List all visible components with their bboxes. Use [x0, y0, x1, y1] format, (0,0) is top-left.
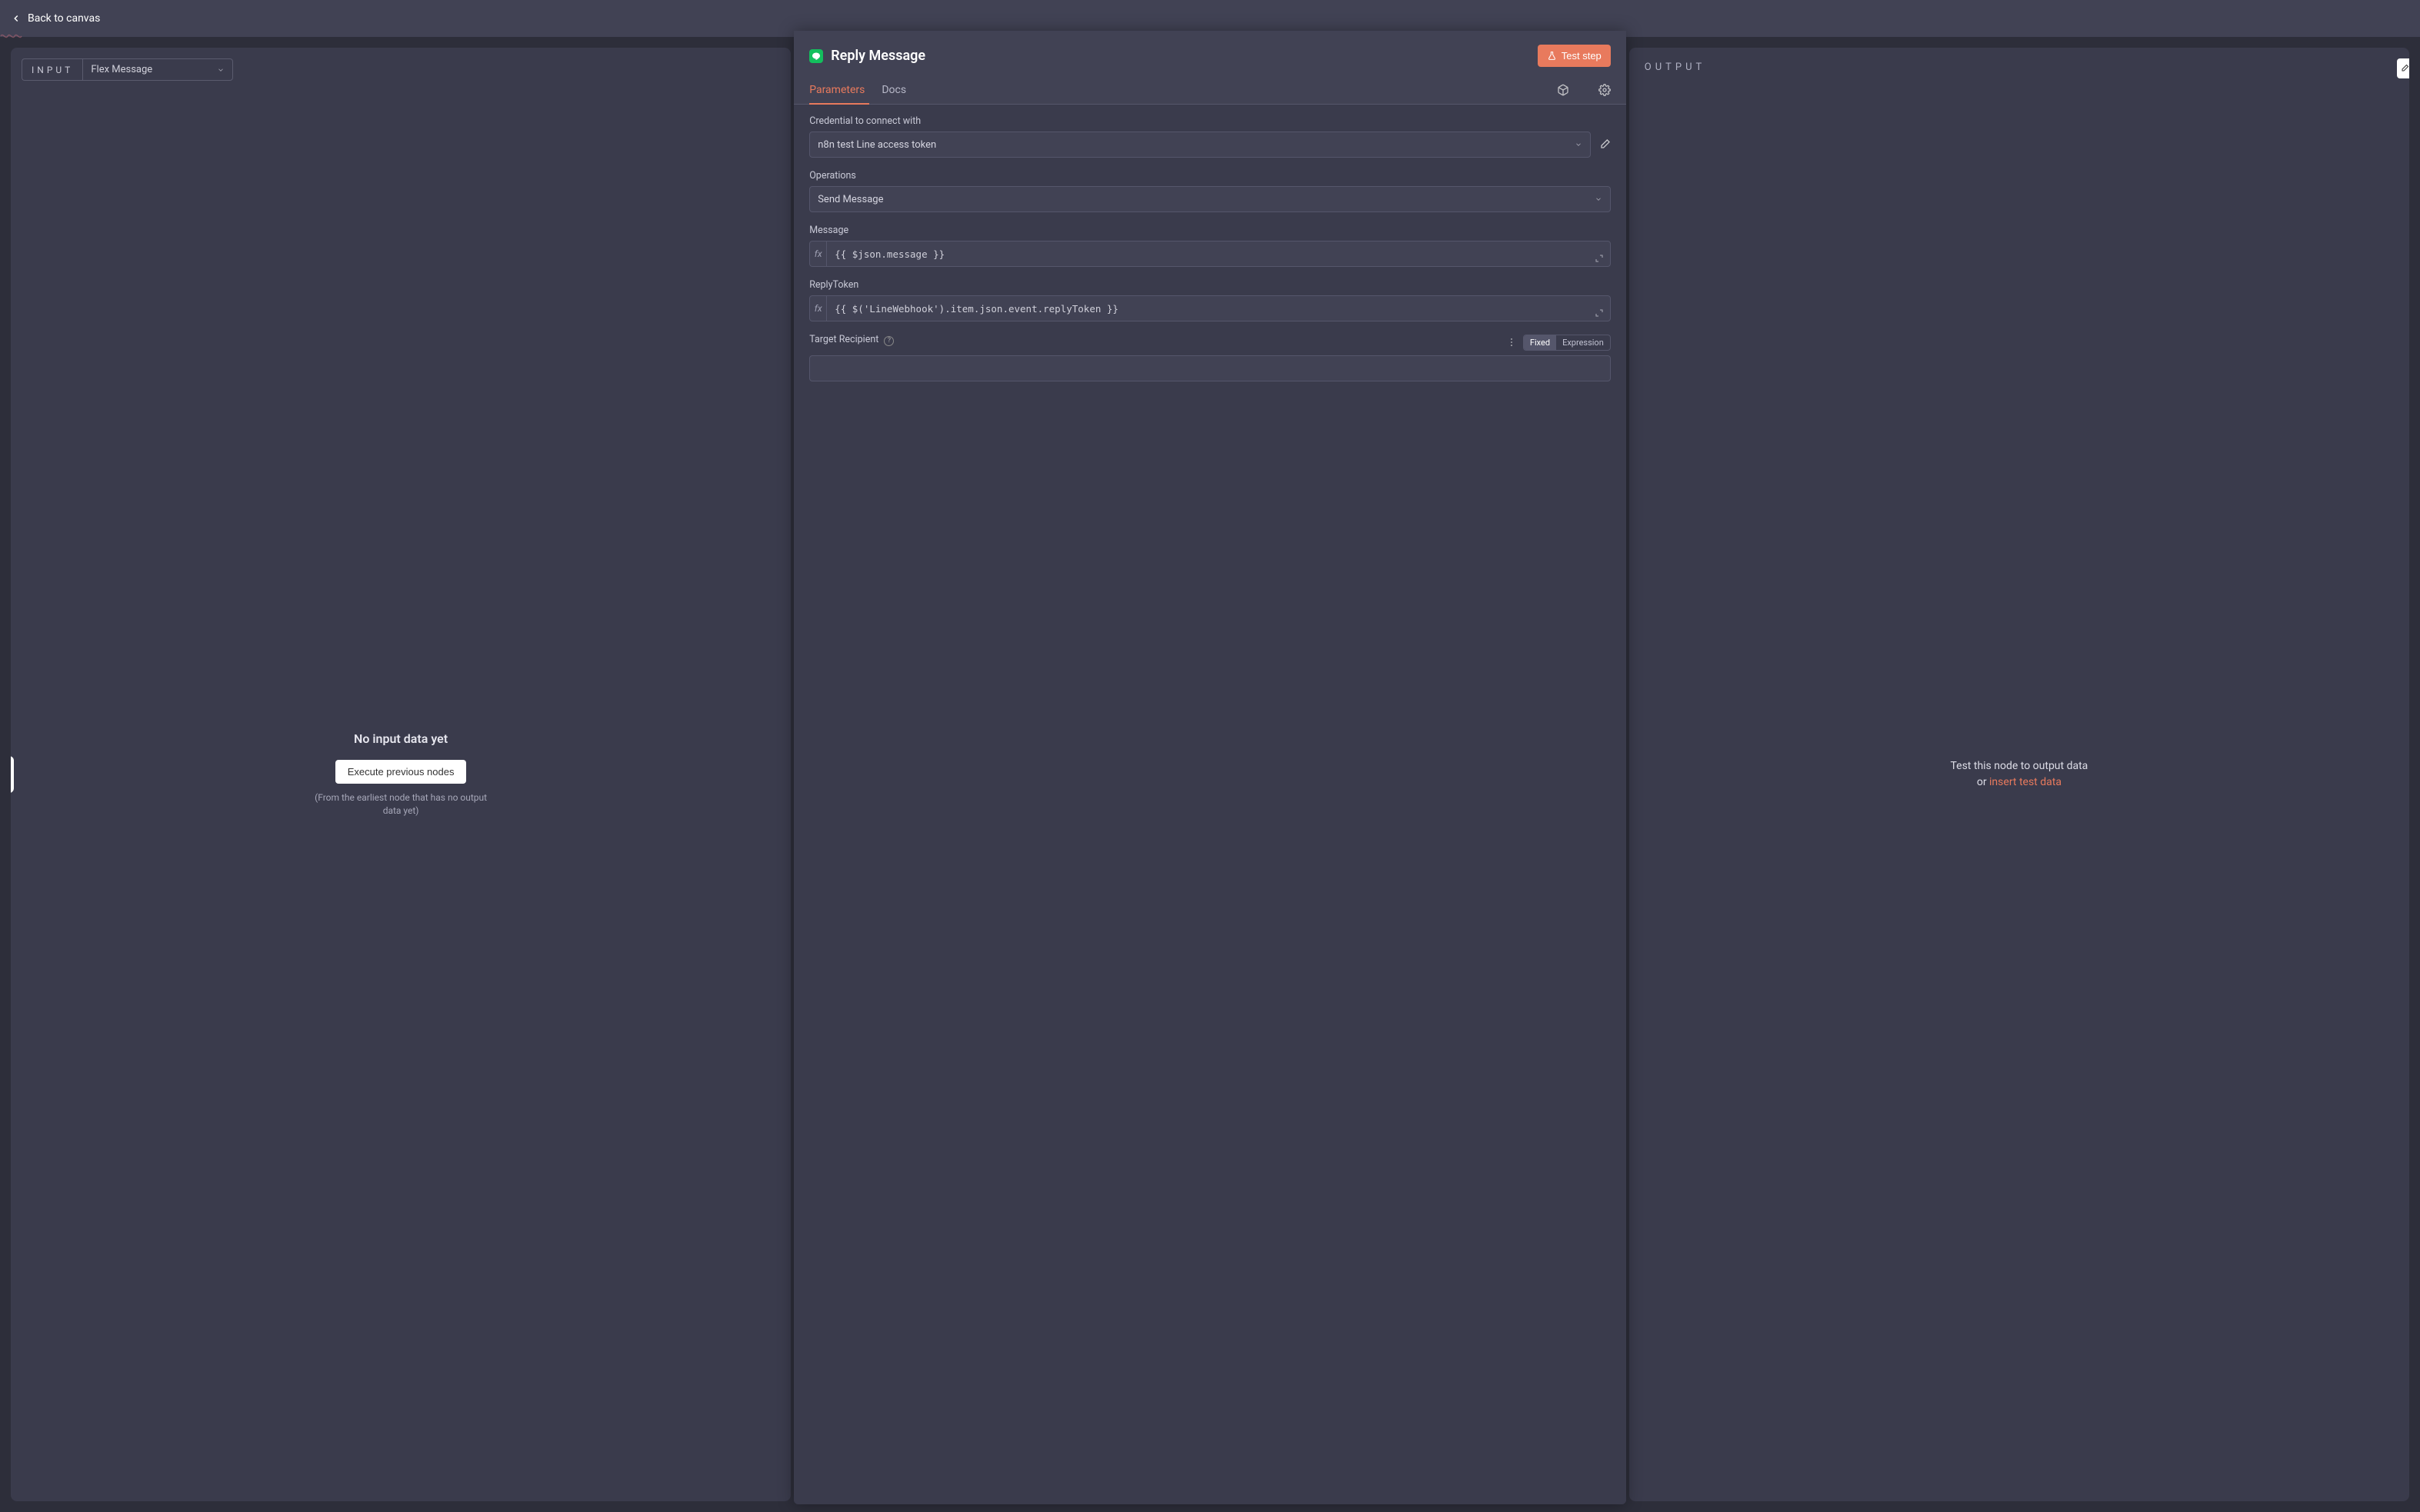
- toggle-expression[interactable]: Expression: [1556, 335, 1610, 350]
- operations-value: Send Message: [818, 194, 883, 205]
- credential-value: n8n test Line access token: [818, 139, 936, 151]
- output-pane: OUTPUT Test this node to output data or …: [1629, 48, 2409, 1501]
- package-icon[interactable]: [1557, 84, 1569, 96]
- execute-previous-nodes-button[interactable]: Execute previous nodes: [335, 760, 467, 784]
- insert-test-data-link[interactable]: insert test data: [1989, 776, 2062, 788]
- reply-token-expression-value: {{ $('LineWebhook').item.json.event.repl…: [827, 303, 1595, 315]
- output-or: or: [1977, 776, 1989, 788]
- pencil-icon[interactable]: [1598, 138, 1611, 151]
- node-title: Reply Message: [831, 48, 1530, 64]
- tab-parameters[interactable]: Parameters: [809, 76, 865, 104]
- back-label: Back to canvas: [28, 12, 100, 25]
- message-expression-value: {{ $json.message }}: [827, 248, 1595, 260]
- reply-token-label: ReplyToken: [809, 279, 1611, 291]
- message-expression-input[interactable]: fx {{ $json.message }}: [809, 241, 1611, 267]
- credential-label: Credential to connect with: [809, 115, 1611, 127]
- chevron-down-icon: [1575, 141, 1582, 148]
- toggle-fixed[interactable]: Fixed: [1524, 335, 1556, 350]
- flask-icon: [1547, 51, 1557, 61]
- field-target-recipient: Target Recipient ? Fixed Expression: [809, 334, 1611, 381]
- maximize-icon[interactable]: [1595, 254, 1604, 263]
- test-step-label: Test step: [1562, 50, 1602, 62]
- target-recipient-input[interactable]: [809, 355, 1611, 381]
- output-empty-line1: Test this node to output data: [1950, 758, 2088, 774]
- field-message: Message fx {{ $json.message }}: [809, 225, 1611, 267]
- line-logo-icon: [809, 49, 823, 63]
- operations-label: Operations: [809, 170, 1611, 182]
- tab-docs[interactable]: Docs: [882, 76, 906, 104]
- field-credential: Credential to connect with n8n test Line…: [809, 115, 1611, 158]
- fx-badge: fx: [810, 296, 827, 321]
- fx-badge: fx: [810, 241, 827, 266]
- operations-select[interactable]: Send Message: [809, 186, 1611, 212]
- input-empty-title: No input data yet: [354, 731, 448, 746]
- field-operations: Operations Send Message: [809, 170, 1611, 212]
- kebab-icon[interactable]: [1506, 337, 1517, 348]
- node-editor-panel: Reply Message Test step Parameters Docs …: [794, 31, 1626, 1504]
- message-label: Message: [809, 225, 1611, 236]
- chevron-down-icon: [1595, 195, 1602, 203]
- input-pane: INPUT Flex Message No input data yet Exe…: [11, 48, 791, 1501]
- reply-token-expression-input[interactable]: fx {{ $('LineWebhook').item.json.event.r…: [809, 295, 1611, 321]
- credential-select[interactable]: n8n test Line access token: [809, 132, 1591, 158]
- target-label: Target Recipient ?: [809, 334, 894, 346]
- gear-icon[interactable]: [1598, 84, 1611, 96]
- test-step-button[interactable]: Test step: [1538, 45, 1611, 67]
- help-icon[interactable]: ?: [884, 336, 894, 346]
- fixed-expression-toggle[interactable]: Fixed Expression: [1523, 335, 1611, 351]
- maximize-icon[interactable]: [1595, 308, 1604, 318]
- back-to-canvas-link[interactable]: Back to canvas: [11, 12, 100, 25]
- field-reply-token: ReplyToken fx {{ $('LineWebhook').item.j…: [809, 279, 1611, 321]
- input-empty-hint: (From the earliest node that has no outp…: [312, 791, 489, 818]
- arrow-left-icon: [11, 13, 22, 24]
